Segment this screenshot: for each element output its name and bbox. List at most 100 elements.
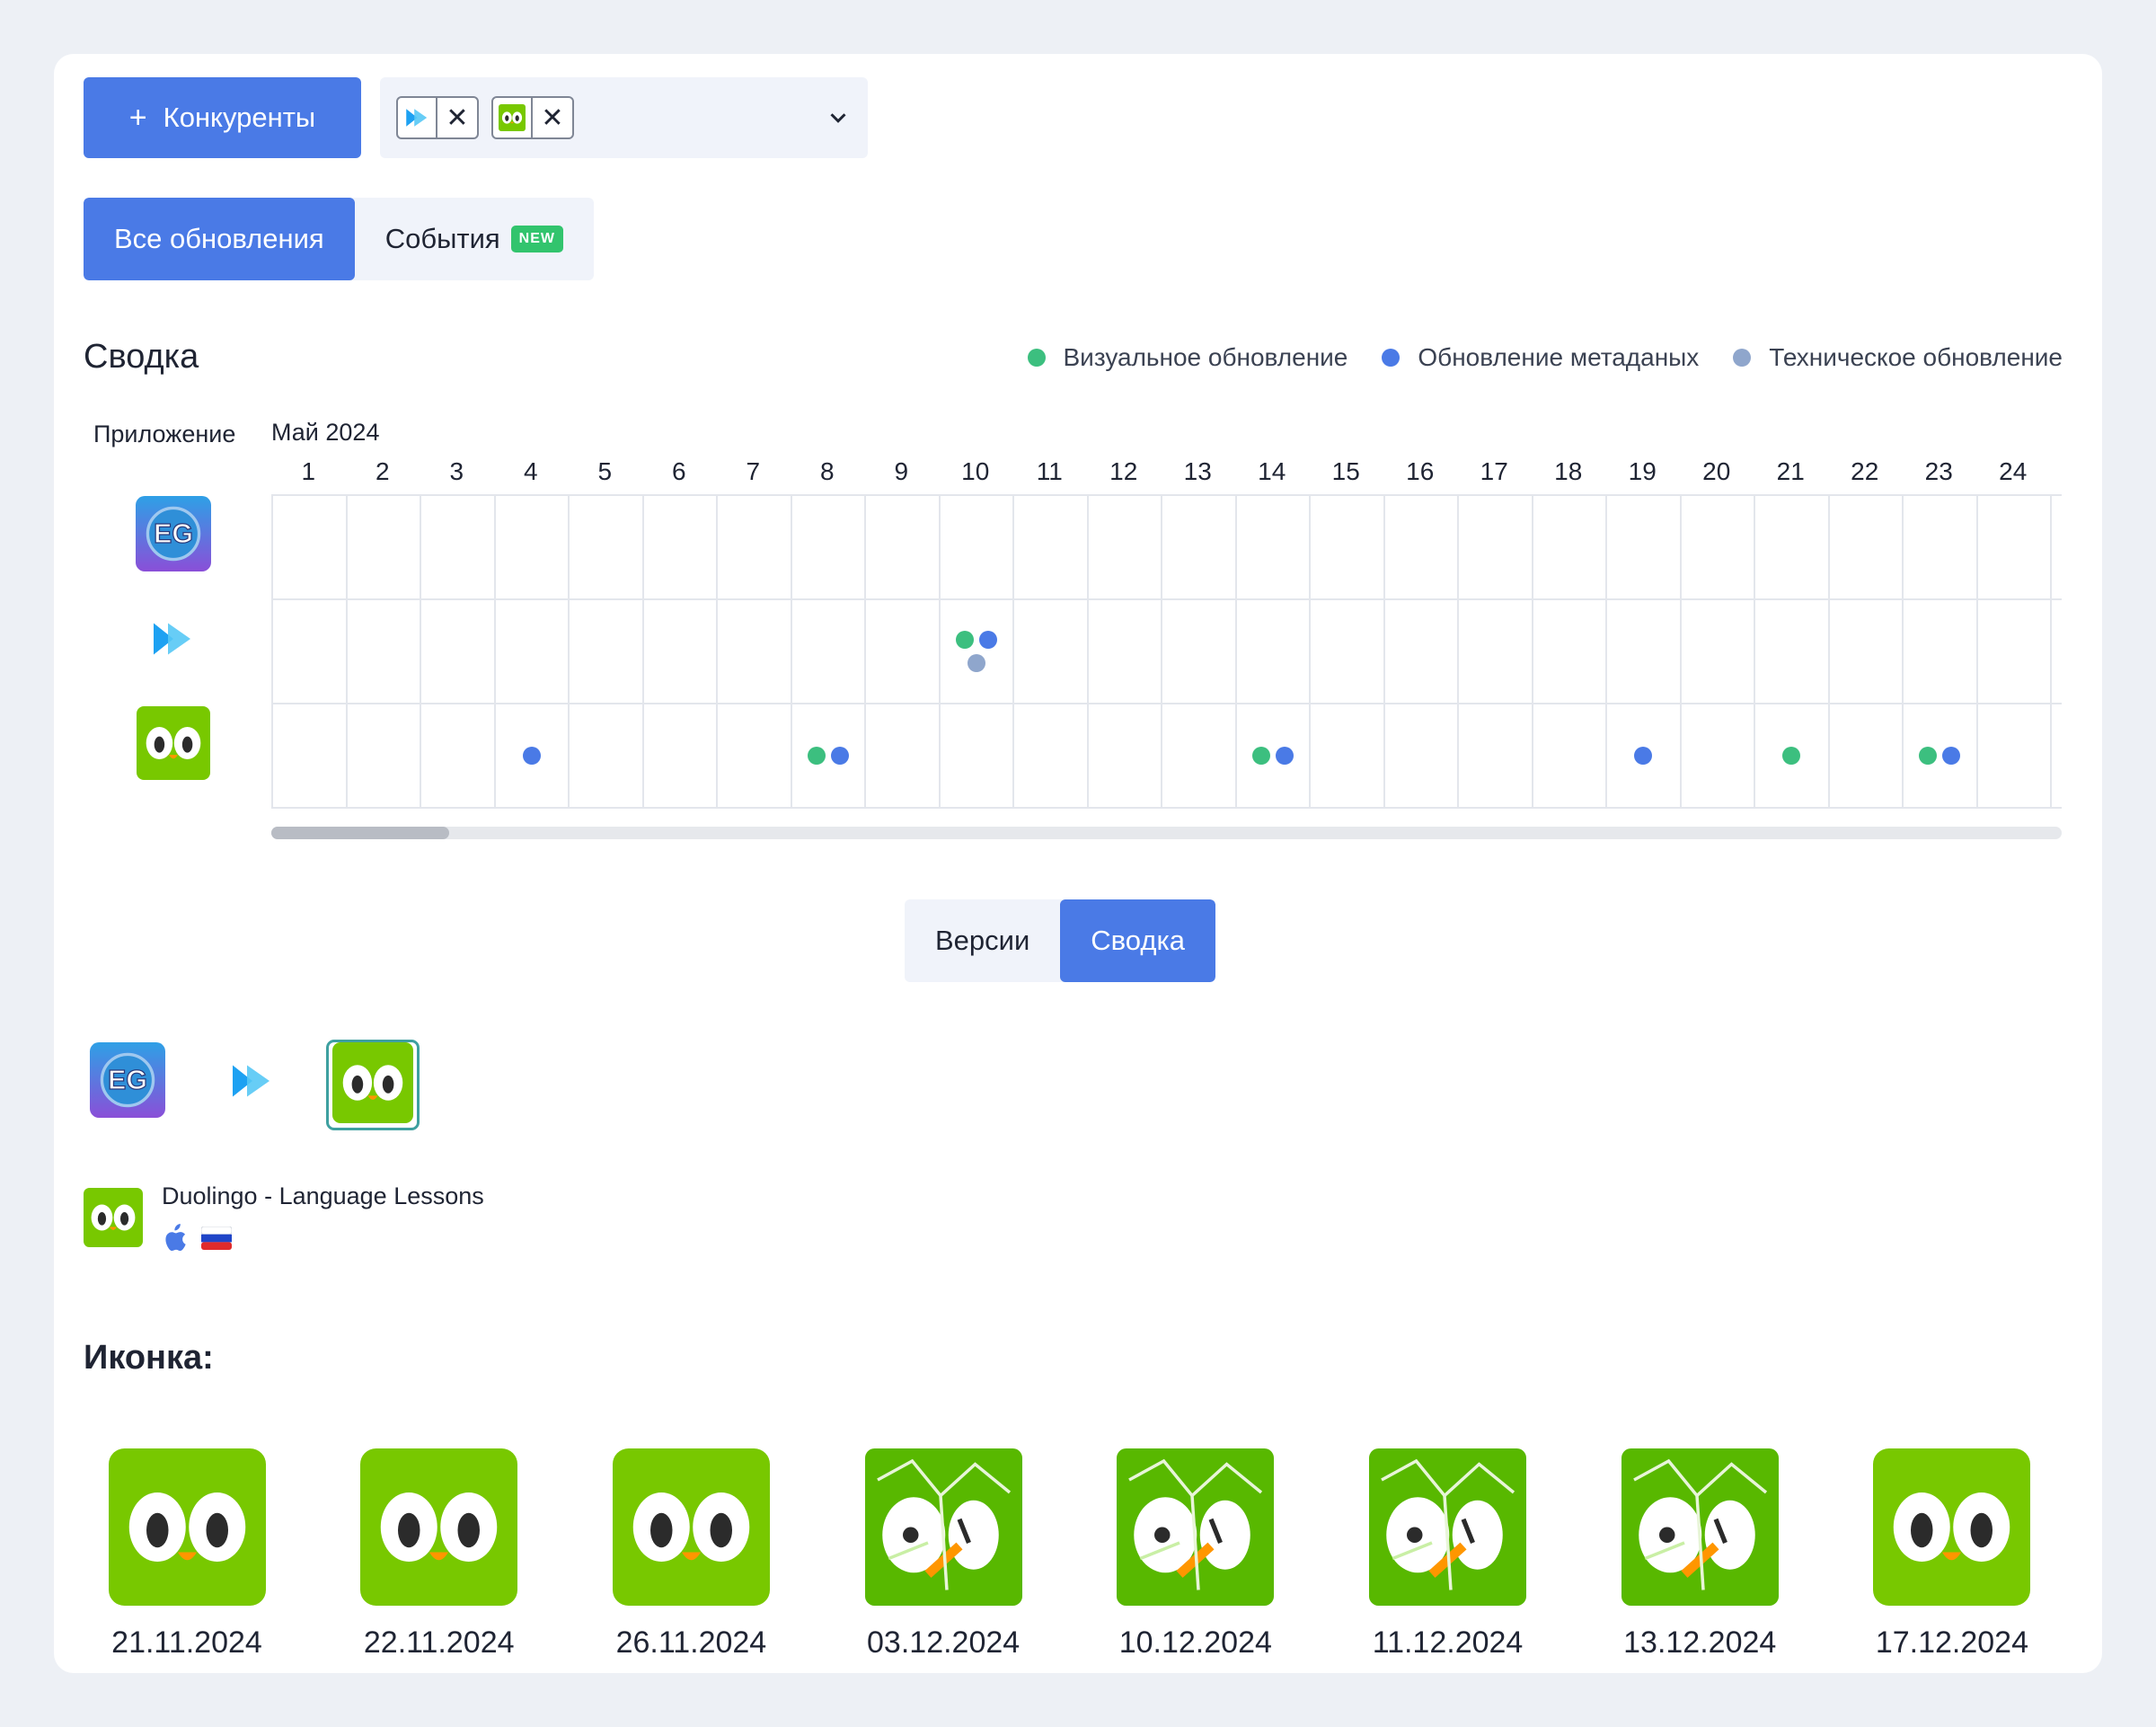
tab-summary[interactable]: Сводка [1060,899,1215,982]
timeline-cell [1904,496,1978,598]
legend-dot [1382,349,1401,367]
timeline-cell [718,600,792,703]
day-label: 24 [1999,457,2028,485]
event-dots [1755,747,1828,765]
eg-app-icon[interactable] [87,1042,168,1122]
remove-chip-icon[interactable]: ✕ [533,98,572,137]
day-label: 5 [597,457,613,485]
duolingo-icon [360,1448,517,1606]
icon-versions: 21.11.2024 22.11.2024 26.11.2024 03.12.2024… [84,1448,2055,1661]
event-dot-metadata[interactable] [830,747,849,765]
day-label: 8 [819,457,835,485]
icon-version[interactable]: 21.11.2024 [84,1448,290,1661]
tab-all-updates[interactable]: Все обновления [84,198,355,280]
icon-version[interactable]: 26.11.2024 [588,1448,794,1661]
month-label: Май 2024 [271,419,380,446]
scrollbar-thumb[interactable] [271,827,449,839]
legend-technical: Техническое обновление [1733,343,2063,372]
day-label: 22 [1851,457,1879,485]
timeline-cell [1162,704,1237,807]
day-label: 19 [1628,457,1657,485]
event-dot-metadata[interactable] [1942,747,1961,765]
timeline-cell [421,704,496,807]
timeline-cell [941,600,1014,703]
legend-dot [1027,349,1046,367]
timeline-cell [496,600,570,703]
eg-app-icon[interactable] [133,496,214,576]
duolingo-icon[interactable] [133,706,214,784]
icon-version-date: 17.12.2024 [1875,1625,2028,1660]
timeline-cell [941,496,1014,598]
timeline-cell [421,496,496,598]
timeline-cell [1607,600,1682,703]
chevron-down-icon[interactable] [825,104,852,131]
main-card [54,54,2102,1673]
duolingo-cracked-icon [865,1448,1022,1606]
legend-label: Техническое обновление [1769,343,2063,371]
timeline-cell [1682,496,1755,598]
view-tabs: Версии Сводка [905,899,1215,982]
day-label: 20 [1702,457,1731,485]
tab-events[interactable]: События NEW [355,198,594,280]
timeline-cell [421,600,496,703]
timeline-cell [1830,704,1904,807]
tab-events-label: События [384,223,500,254]
event-dot-metadata[interactable] [978,631,997,649]
icon-version[interactable]: 11.12.2024 [1345,1448,1551,1661]
event-dot-metadata[interactable] [522,747,541,765]
duolingo-icon [109,1448,266,1606]
duolingo-cracked-icon [1117,1448,1274,1606]
legend-label: Обновление метаданых [1418,343,1700,371]
play-app-icon [398,98,437,137]
day-label: 9 [894,457,909,485]
timeline-cell [1089,600,1162,703]
timeline-cell [1830,600,1904,703]
timeline-cell [1682,704,1755,807]
event-dot-technical[interactable] [967,654,985,672]
day-label: 6 [671,457,686,485]
timeline-cell [1014,704,1089,807]
icon-version[interactable]: 17.12.2024 [1849,1448,2055,1661]
add-competitors-button[interactable]: + Конкуренты [84,77,361,158]
tab-versions[interactable]: Версии [905,899,1060,982]
timeline-cell [1978,704,2052,807]
day-label: 17 [1480,457,1508,485]
summary-title: Сводка [84,338,199,376]
timeline-cell [348,600,421,703]
icon-version[interactable]: 10.12.2024 [1092,1448,1299,1661]
timeline-cell [718,704,792,807]
timeline-cell [496,704,570,807]
play-app-icon[interactable] [140,616,205,666]
competitors-select[interactable]: ✕ ✕ [380,77,868,158]
icon-version[interactable]: 03.12.2024 [840,1448,1047,1661]
duolingo-icon[interactable] [326,1040,420,1130]
apple-icon [165,1224,186,1252]
new-badge: NEW [510,226,563,252]
icon-version[interactable]: 13.12.2024 [1596,1448,1803,1661]
remove-chip-icon[interactable]: ✕ [437,98,477,137]
column-app-header: Приложение [93,421,236,447]
icon-section-title: Иконка: [84,1339,214,1377]
timeline-row [273,704,2062,809]
day-label: 15 [1331,457,1360,485]
play-app-icon[interactable] [219,1058,284,1108]
event-dot-visual[interactable] [1782,747,1801,765]
day-label: 10 [961,457,990,485]
event-dots [1904,747,1976,765]
timeline-cell [1607,704,1682,807]
event-dot-visual[interactable] [807,747,826,765]
day-label: 7 [746,457,761,485]
add-competitors-label: Конкуренты [163,102,316,133]
event-dot-visual[interactable] [1919,747,1938,765]
timeline-row [273,496,2062,600]
event-dot-metadata[interactable] [1275,747,1294,765]
timeline-cell [1311,704,1385,807]
duolingo-cracked-icon [1621,1448,1779,1606]
legend: Визуальное обновление Обновление метадан… [1027,343,2063,372]
icon-version[interactable]: 22.11.2024 [336,1448,543,1661]
event-dot-visual[interactable] [1251,747,1270,765]
event-dot-metadata[interactable] [1634,747,1653,765]
timeline-cell [273,496,348,598]
timeline-scrollbar[interactable] [271,827,2062,839]
event-dot-visual[interactable] [955,631,974,649]
